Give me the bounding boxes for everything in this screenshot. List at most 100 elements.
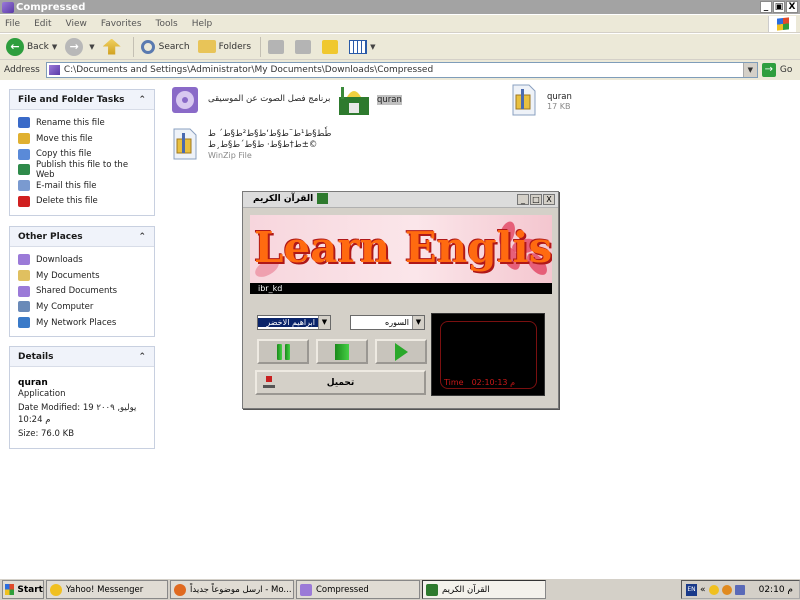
go-button[interactable]: → Go (761, 63, 792, 77)
details-header[interactable]: Details ⌃ (10, 347, 154, 367)
back-dropdown-icon[interactable]: ▼ (52, 43, 57, 51)
taskbar-item-firefox[interactable]: ارسل موضوعاً جديداً - Mo... (170, 580, 294, 599)
panel-title: Details (18, 351, 54, 362)
file-tasks-list: Rename this file Move this file Copy this … (10, 110, 154, 215)
back-button[interactable]: ← Back ▼ (3, 36, 60, 58)
other-places-header[interactable]: Other Places ⌃ (10, 227, 154, 247)
load-button[interactable]: تحميل (255, 370, 426, 395)
back-arrow-icon: ← (6, 37, 24, 56)
task-item[interactable]: Rename this file (18, 115, 146, 131)
close-button[interactable]: X (786, 1, 798, 13)
go-arrow-icon: → (761, 63, 776, 77)
taskbar-item-compressed[interactable]: Compressed (296, 580, 420, 599)
language-indicator[interactable]: EN (686, 583, 697, 596)
load-label: تحميل (326, 377, 355, 388)
globe-icon (18, 164, 30, 176)
move-to-icon (268, 39, 285, 54)
details-body: quran Application Date Modified: 19 يولي… (10, 367, 154, 448)
place-item[interactable]: Downloads (18, 252, 146, 268)
mosque-icon (426, 583, 438, 596)
firefox-icon (174, 583, 186, 596)
task-label: Delete this file (36, 196, 98, 207)
menu-favorites[interactable]: Favorites (101, 19, 142, 29)
details-modified: Date Modified: 19 يوليو, ٢٠٠٩ (18, 403, 137, 413)
file-tasks-header[interactable]: File and Folder Tasks ⌃ (10, 90, 154, 110)
network-tray-icon[interactable] (734, 584, 745, 595)
author-strip: ibr_kd (250, 283, 552, 294)
file-type: WinZip File (208, 151, 252, 160)
move-to-button[interactable] (265, 36, 290, 58)
window-titlebar[interactable]: Compressed _ ▣ X (0, 0, 800, 14)
taskbar-item-quran[interactable]: القرآن الكريم (422, 580, 546, 599)
stop-button[interactable] (316, 339, 368, 364)
copy-to-icon (295, 39, 312, 54)
close-button[interactable]: X (543, 194, 555, 205)
menu-help[interactable]: Help (192, 19, 213, 29)
details-modified-time: 10:24 م (18, 415, 51, 425)
views-dropdown-icon: ▼ (370, 42, 376, 51)
restore-button[interactable]: ▣ (773, 1, 785, 13)
maximize-button[interactable]: □ (530, 194, 542, 205)
chevron-down-icon[interactable]: ▼ (318, 316, 330, 329)
address-dropdown-icon[interactable]: ▼ (742, 63, 757, 77)
place-item[interactable]: Shared Documents (18, 283, 146, 299)
task-item[interactable]: Delete this file (18, 193, 146, 209)
collapse-chevron-icon[interactable]: ⌃ (138, 352, 146, 362)
back-label: Back (27, 41, 49, 52)
toolbar: ← Back ▼ → ▼ Search Folders ▼ (0, 34, 800, 60)
address-path: C:\Documents and Settings\Administrator\… (63, 65, 434, 75)
task-item[interactable]: Publish this file to the Web (18, 159, 146, 180)
app-tray-icon[interactable] (721, 584, 732, 595)
time-value: 02:10:13 م (471, 378, 516, 387)
copy-to-button[interactable] (292, 36, 317, 58)
dialog-title: القرآن الكريم (253, 193, 314, 204)
task-label: Publish this file to the Web (36, 159, 129, 180)
other-places-panel: Other Places ⌃ Downloads My Documents Shar… (9, 226, 155, 338)
file-item-garbled-zip[interactable]: طٗط§ط¹ط¨ط§ط‘ط§ط²ط§ط´ ط±ط†ط§ط· ط§ط´ط§ط¸ط©… (168, 127, 333, 161)
task-item[interactable]: Move this file (18, 131, 146, 147)
forward-button[interactable]: → ▼ (62, 36, 97, 58)
forward-dropdown-icon[interactable]: ▼ (89, 43, 94, 51)
collapse-chevron-icon[interactable]: ⌃ (138, 95, 146, 105)
dialog-titlebar[interactable]: القرآن الكريم _ □ X (243, 192, 558, 208)
messenger-tray-icon[interactable] (708, 584, 719, 595)
file-name: quran (547, 92, 572, 102)
file-item-quran-exe[interactable]: quran (337, 83, 402, 117)
menu-view[interactable]: View (66, 19, 87, 29)
place-item[interactable]: My Network Places (18, 315, 146, 331)
show-hidden-icons-icon[interactable]: « (700, 585, 706, 595)
chevron-down-icon[interactable]: ▼ (412, 316, 424, 329)
shared-folder-icon (18, 285, 30, 297)
place-item[interactable]: My Documents (18, 268, 146, 284)
forward-arrow-icon: → (65, 37, 84, 56)
place-item[interactable]: My Computer (18, 299, 146, 315)
folders-button[interactable]: Folders (195, 36, 255, 58)
taskbar: Start Yahoo! Messenger ارسل موضوعاً جديد… (0, 578, 800, 600)
surah-select[interactable]: السوره ▼ (350, 315, 425, 330)
up-button[interactable] (100, 36, 127, 58)
collapse-chevron-icon[interactable]: ⌃ (138, 232, 146, 242)
cd-installer-icon (172, 87, 198, 113)
minimize-button[interactable]: _ (760, 1, 772, 13)
task-item[interactable]: E-mail this file (18, 178, 146, 194)
menu-file[interactable]: File (5, 19, 20, 29)
menu-tools[interactable]: Tools (156, 19, 178, 29)
undo-button[interactable] (319, 36, 344, 58)
play-button[interactable] (375, 339, 427, 364)
views-button[interactable]: ▼ (346, 36, 378, 58)
taskbar-item-yahoo[interactable]: Yahoo! Messenger (46, 580, 168, 599)
file-item-audio-splitter[interactable]: برنامج فصل الصوت عن الموسيقى (168, 83, 330, 117)
dialog-controls: _ □ X (517, 194, 555, 205)
search-button[interactable]: Search (138, 36, 193, 58)
minimize-button[interactable]: _ (517, 194, 529, 205)
reciter-value: ابراهيم الاخضر (258, 318, 318, 327)
file-item-quran-zip[interactable]: quran 17 KB (507, 83, 572, 117)
reciter-select[interactable]: ابراهيم الاخضر ▼ (257, 315, 331, 330)
menu-edit[interactable]: Edit (34, 19, 51, 29)
pause-button[interactable] (257, 339, 309, 364)
start-button[interactable]: Start (2, 580, 44, 599)
search-icon (140, 39, 155, 54)
folder-icon (48, 65, 60, 75)
address-input[interactable]: C:\Documents and Settings\Administrator\… (45, 62, 758, 78)
window-controls: _ ▣ X (760, 1, 798, 13)
